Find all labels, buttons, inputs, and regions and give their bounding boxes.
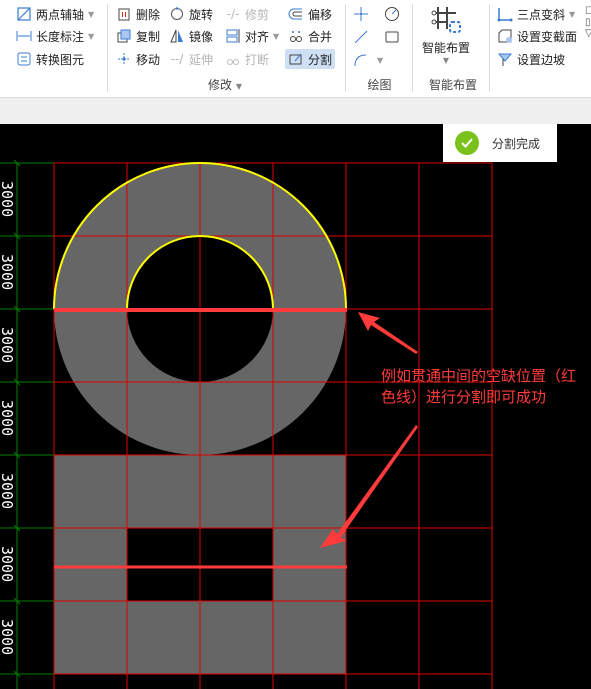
draw-circle-button[interactable]	[384, 4, 404, 24]
group-separator	[489, 4, 490, 92]
smart-layout-icon	[430, 4, 462, 36]
convert-element-icon	[16, 51, 32, 67]
mirror-icon	[169, 28, 185, 44]
two-point-axis-button[interactable]: 两点辅轴 ▼	[16, 4, 94, 24]
group-separator	[412, 4, 413, 92]
dimension-label: 3000	[0, 619, 16, 656]
move-icon	[116, 51, 132, 67]
dimension-label: 3000	[0, 546, 16, 583]
split-button[interactable]: 分割	[285, 49, 336, 69]
dimension-label: 3000	[0, 254, 16, 291]
chevron-down-icon[interactable]: ▼	[88, 10, 94, 19]
dimension-label: 3000	[0, 400, 16, 437]
check-icon	[455, 131, 479, 155]
two-point-axis-icon	[16, 6, 32, 22]
truncated-toolbar-icons[interactable]: ☐ ▯ ▽	[585, 6, 591, 66]
set-slope-label: 设置边坡	[517, 52, 566, 67]
two-point-axis-label: 两点辅轴	[36, 7, 85, 22]
variable-section-button[interactable]: 设置变截面	[497, 26, 577, 46]
trim-icon: -/-	[226, 7, 240, 21]
move-label: 移动	[136, 52, 161, 67]
rotate-icon	[169, 6, 185, 22]
rotate-button[interactable]: 旋转	[169, 4, 213, 24]
variable-section-icon	[497, 28, 513, 44]
ribbon-collapse-band	[0, 98, 591, 124]
move-button[interactable]: 移动	[116, 49, 160, 69]
draw-rectangle-button[interactable]	[384, 27, 404, 47]
chevron-down-icon: ▼	[442, 56, 450, 65]
copy-button[interactable]: 复制	[116, 26, 160, 46]
break-label: 打断	[245, 52, 270, 67]
extend-label: 延伸	[189, 52, 214, 67]
group-separator	[107, 4, 108, 92]
offset-label: 偏移	[308, 7, 333, 22]
rotate-label: 旋转	[189, 7, 214, 22]
dimension-label: 3000	[0, 473, 16, 510]
modify-group-label[interactable]: 修改 ▼	[200, 76, 250, 93]
three-point-slope-icon	[497, 6, 513, 22]
draw-point-button[interactable]	[353, 4, 373, 24]
chevron-down-icon: ▼	[235, 82, 242, 91]
dimension-label: 3000	[0, 181, 16, 218]
three-point-slope-label: 三点变斜	[517, 7, 566, 22]
chevron-down-icon[interactable]: ▼	[273, 32, 279, 41]
break-button[interactable]: 打断	[225, 49, 269, 69]
smart-group-label: 智能布置	[428, 78, 477, 92]
delete-label: 删除	[136, 7, 161, 22]
delete-button[interactable]: 删除	[116, 4, 160, 24]
circle-icon	[384, 6, 400, 22]
rectangle-icon	[384, 29, 400, 45]
draw-group-label: 绘图	[367, 78, 392, 92]
split-label: 分割	[308, 52, 333, 67]
length-dimension-icon	[16, 28, 32, 44]
dimension-label: 3000	[0, 327, 16, 364]
chevron-down-icon[interactable]: ▼	[377, 56, 383, 65]
merge-icon	[288, 28, 304, 44]
smart-layout-button[interactable]: 智能布置 ▼	[418, 4, 474, 72]
set-slope-button[interactable]: 设置边坡	[497, 49, 565, 69]
set-slope-icon	[497, 51, 513, 67]
extend-icon: --/	[170, 52, 184, 66]
delete-icon	[116, 6, 132, 22]
mirror-label: 镜像	[189, 29, 214, 44]
mirror-button[interactable]: 镜像	[169, 26, 213, 46]
variable-section-label: 设置变截面	[517, 29, 578, 44]
convert-element-button[interactable]: 转换图元	[16, 49, 84, 69]
group-separator	[345, 4, 346, 92]
annotation-text: 例如贯通中间的空缺位置（红色线）进行分割即可成功	[381, 367, 577, 406]
three-point-slope-button[interactable]: 三点变斜 ▼	[497, 4, 575, 24]
merge-button[interactable]: 合并	[288, 26, 332, 46]
align-icon	[225, 28, 241, 44]
annotation-arrow-up	[358, 312, 418, 354]
trim-button[interactable]: -/- 修剪	[225, 4, 269, 24]
point-icon	[353, 6, 369, 22]
arc-icon	[353, 52, 369, 68]
length-dimension-button[interactable]: 长度标注 ▼	[16, 26, 94, 46]
chevron-down-icon[interactable]: ▼	[88, 32, 94, 41]
break-icon	[225, 51, 241, 67]
toast-notification: 分割完成	[443, 124, 557, 162]
align-button[interactable]: 对齐 ▼	[225, 26, 279, 46]
merge-label: 合并	[308, 29, 333, 44]
length-dimension-label: 长度标注	[36, 29, 85, 44]
copy-label: 复制	[136, 29, 161, 44]
draw-arc-button[interactable]: ▼	[353, 50, 383, 70]
extend-button[interactable]: --/ 延伸	[169, 49, 213, 69]
ribbon-toolbar: 两点辅轴 ▼ 长度标注 ▼ 转换图元 删除 旋转 -/- 修剪 偏移 复制 镜像 对齐…	[0, 0, 591, 98]
align-label: 对齐	[245, 29, 270, 44]
offset-button[interactable]: 偏移	[288, 4, 332, 24]
convert-element-label: 转换图元	[36, 52, 85, 67]
toast-message: 分割完成	[492, 136, 541, 151]
smart-layout-label: 智能布置	[421, 41, 470, 55]
line-icon	[353, 29, 369, 45]
copy-icon	[116, 28, 132, 44]
trim-label: 修剪	[245, 7, 270, 22]
split-icon	[288, 51, 304, 67]
offset-icon	[288, 6, 304, 22]
draw-line-button[interactable]	[353, 27, 373, 47]
modify-group-text: 修改	[208, 78, 233, 92]
chevron-down-icon[interactable]: ▼	[569, 10, 575, 19]
